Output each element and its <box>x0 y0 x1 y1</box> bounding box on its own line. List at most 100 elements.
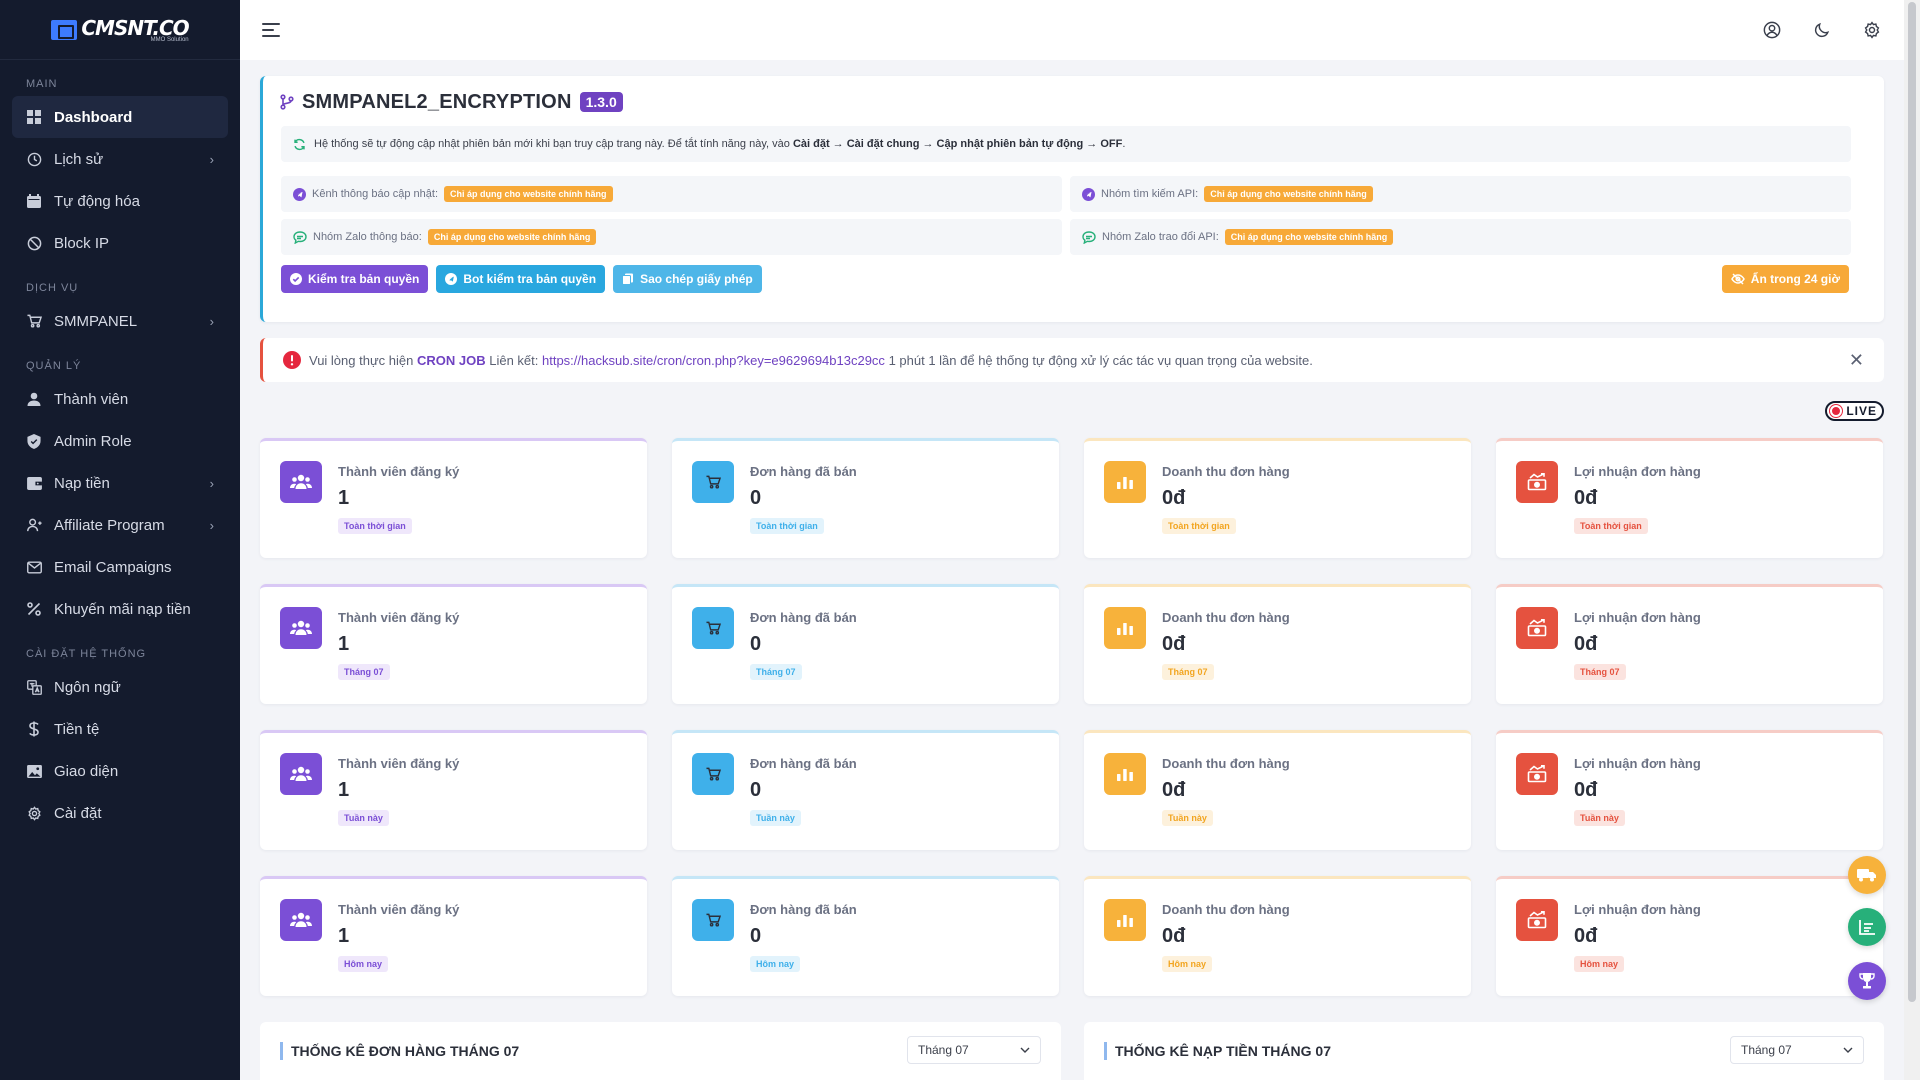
report-float-button[interactable] <box>1848 908 1886 946</box>
sidebar-item-email-campaigns[interactable]: Email Campaigns <box>12 546 228 588</box>
stat-title: Đơn hàng đã bán <box>750 610 857 625</box>
bot-check-label: Bot kiểm tra bản quyền <box>463 272 597 286</box>
deposit-stats-title: THỐNG KÊ NẠP TIỀN THÁNG 07 <box>1104 1042 1331 1060</box>
stat-period-tag: Toàn thời gian <box>1574 518 1648 534</box>
bot-check-license-button[interactable]: Bot kiểm tra bản quyền <box>436 265 606 293</box>
info-label: Nhóm Zalo trao đổi API: <box>1102 231 1219 243</box>
trophy-float-button[interactable] <box>1848 962 1886 1000</box>
sync-icon <box>294 138 305 150</box>
chevron-down-icon <box>1843 1047 1853 1053</box>
stat-value: 1 <box>338 779 350 801</box>
nav-section-title: CÀI ĐẶT HỆ THỐNG <box>26 648 147 660</box>
stat-value: 0đ <box>1162 925 1186 947</box>
stat-title: Lợi nhuận đơn hàng <box>1574 610 1701 625</box>
exclamation-circle-icon <box>283 351 301 369</box>
sidebar-item-ti-n-t-[interactable]: Tiền tệ <box>12 708 228 750</box>
stat-value: 0đ <box>1162 633 1186 655</box>
orders-month-select[interactable]: Tháng 07 <box>907 1036 1041 1064</box>
stat-value: 0 <box>750 925 762 947</box>
official-only-tag: Chỉ áp dụng cho website chính hãng <box>1204 186 1373 202</box>
shield-icon <box>26 433 42 449</box>
stat-card: Đơn hàng đã bán 0 Hôm nay <box>672 876 1059 996</box>
nav-section-title: DỊCH VỤ <box>26 282 79 294</box>
check-license-button[interactable]: Kiểm tra bản quyền <box>281 265 429 293</box>
sidebar-item-khuy-n-m-i-n-p-ti-n[interactable]: Khuyến mãi nạp tiền <box>12 588 228 630</box>
sidebar-item-t-ng-h-a[interactable]: Tự động hóa <box>12 180 228 222</box>
stat-title: Đơn hàng đã bán <box>750 902 857 917</box>
settings-gear-icon[interactable] <box>1862 20 1882 40</box>
telegram-icon <box>445 273 458 285</box>
stat-value: 0đ <box>1574 779 1598 801</box>
sidebar-item-affiliate-program[interactable]: Affiliate Program › <box>12 504 228 546</box>
sidebar-item-label: SMMPANEL <box>54 312 138 330</box>
users-icon <box>280 461 322 503</box>
update-title: SMMPANEL2_ENCRYPTION <box>302 90 572 113</box>
logo-icon <box>51 19 78 40</box>
user-icon <box>26 391 42 407</box>
trophy-icon <box>1859 973 1875 989</box>
hide-24h-button[interactable]: Ẩn trong 24 giờ <box>1721 265 1849 293</box>
stat-value: 0 <box>750 487 762 509</box>
sidebar-item-dashboard[interactable]: Dashboard <box>12 96 228 138</box>
sidebar-item-label: Admin Role <box>54 432 132 450</box>
stat-card: Đơn hàng đã bán 0 Tuần này <box>672 730 1059 850</box>
deposit-month-select[interactable]: Tháng 07 <box>1730 1036 1864 1064</box>
sidebar-item-th-nh-vi-n[interactable]: Thành viên <box>12 378 228 420</box>
stat-card: Thành viên đăng ký 1 Tháng 07 <box>260 584 647 704</box>
cart-icon <box>692 461 734 503</box>
stat-card: Lợi nhuận đơn hàng 0đ Tuần này <box>1496 730 1883 850</box>
stat-period-tag: Toàn thời gian <box>338 518 412 534</box>
sidebar-item-label: Khuyến mãi nạp tiền <box>54 600 191 618</box>
sidebar-item-c-i-t[interactable]: Cài đặt <box>12 792 228 834</box>
sidebar-item-block-ip[interactable]: Block IP <box>12 222 228 264</box>
info-label: Nhóm tìm kiếm API: <box>1101 188 1199 200</box>
stat-title: Đơn hàng đã bán <box>750 756 857 771</box>
logo[interactable]: CMSNT.CO MMO Solution <box>0 0 240 60</box>
stat-period-tag: Tuần này <box>338 810 389 826</box>
affiliate-icon <box>26 517 42 533</box>
language-icon <box>26 679 42 695</box>
info-link-cell[interactable]: Kênh thông báo cập nhật: Chỉ áp dụng cho … <box>281 176 1062 212</box>
stat-value: 0đ <box>1574 487 1598 509</box>
sidebar-item-l-ch-s-[interactable]: Lịch sử › <box>12 138 228 180</box>
deposit-stats-card: THỐNG KÊ NẠP TIỀN THÁNG 07 Tháng 07 <box>1084 1022 1884 1080</box>
sidebar-item-n-p-ti-n[interactable]: Nạp tiền › <box>12 462 228 504</box>
info-link-cell[interactable]: Nhóm Zalo thông báo: Chỉ áp dụng cho webs… <box>281 219 1062 255</box>
profit-icon <box>1516 899 1558 941</box>
bar-chart-icon <box>1104 461 1146 503</box>
info-link-cell[interactable]: Nhóm Zalo trao đổi API: Chỉ áp dụng cho w… <box>1070 219 1851 255</box>
dark-mode-icon[interactable] <box>1812 20 1832 40</box>
stat-period-tag: Tháng 07 <box>750 664 802 680</box>
stat-title: Thành viên đăng ký <box>338 756 460 771</box>
notice-prefix: Hệ thống sẽ tự động cập nhật phiên bản m… <box>314 138 790 150</box>
scrollbar-thumb[interactable] <box>1908 2 1916 1002</box>
profit-icon <box>1516 607 1558 649</box>
bar-chart-icon <box>1104 753 1146 795</box>
truck-float-button[interactable] <box>1848 856 1886 894</box>
sidebar-item-giao-di-n[interactable]: Giao diện <box>12 750 228 792</box>
stat-card: Doanh thu đơn hàng 0đ Tuần này <box>1084 730 1471 850</box>
alert-link-label: Liên kết: <box>489 352 539 368</box>
info-link-cell[interactable]: Nhóm tìm kiếm API: Chỉ áp dụng cho websit… <box>1070 176 1851 212</box>
copy-license-button[interactable]: Sao chép giấy phép <box>613 265 762 293</box>
sidebar-item-admin-role[interactable]: Admin Role <box>12 420 228 462</box>
close-icon[interactable]: ✕ <box>1849 350 1864 371</box>
cron-link[interactable]: https://hacksub.site/cron/cron.php?key=e… <box>542 353 885 368</box>
stat-card: Lợi nhuận đơn hàng 0đ Toàn thời gian <box>1496 438 1883 558</box>
sidebar-item-label: Dashboard <box>54 108 133 126</box>
stat-title: Thành viên đăng ký <box>338 902 460 917</box>
user-account-icon[interactable] <box>1762 20 1782 40</box>
stat-value: 1 <box>338 633 350 655</box>
alert-suffix: 1 phút 1 lần để hệ thống tự động xử lý c… <box>888 352 1313 368</box>
sidebar-item-label: Block IP <box>54 234 110 252</box>
sidebar-item-ng-n-ng-[interactable]: Ngôn ngữ <box>12 666 228 708</box>
calendar-icon <box>26 193 42 209</box>
live-dot-icon <box>1830 405 1843 417</box>
dollar-icon <box>26 721 42 737</box>
stat-title: Lợi nhuận đơn hàng <box>1574 902 1701 917</box>
scrollbar[interactable] <box>1904 0 1920 1080</box>
sidebar-item-smmpanel[interactable]: SMMPANEL › <box>12 300 228 342</box>
sidebar-item-label: Thành viên <box>54 390 129 408</box>
menu-toggle-icon[interactable] <box>262 23 280 37</box>
profit-icon <box>1516 461 1558 503</box>
